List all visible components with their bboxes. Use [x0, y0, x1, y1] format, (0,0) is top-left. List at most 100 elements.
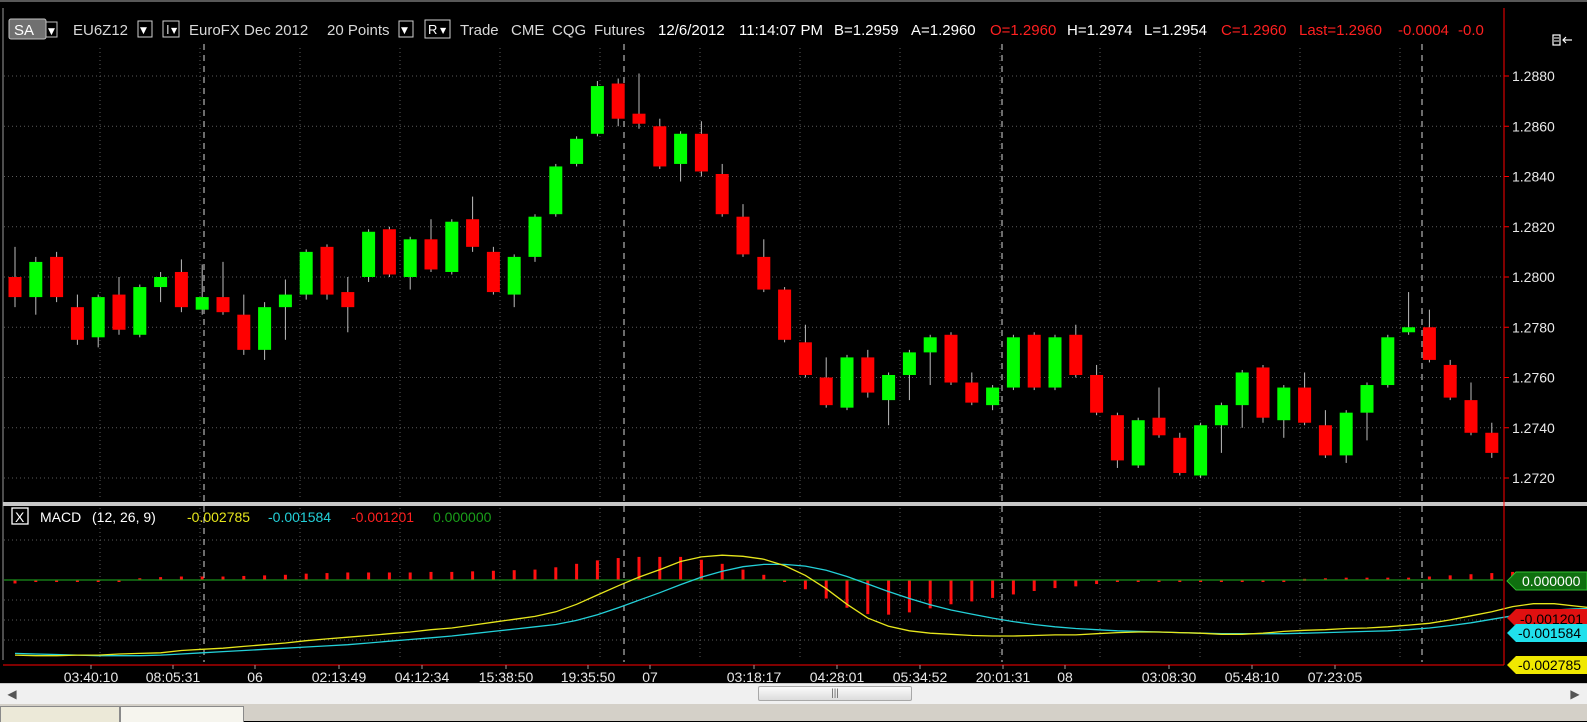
candle [1090, 365, 1103, 415]
scrollbar-thumb[interactable]: ||| [758, 686, 912, 701]
histogram-bar [409, 572, 412, 580]
candle-body [965, 383, 978, 403]
time-tick-label: 19:35:50 [561, 669, 616, 683]
candle [1194, 423, 1207, 478]
bottom-tab-strip [0, 704, 1587, 721]
time-tick-label: 06 [247, 669, 263, 683]
scroll-right-icon[interactable]: ▶ [1567, 686, 1583, 702]
candle [1465, 383, 1478, 436]
histogram-bar [450, 572, 453, 580]
price-tick-label: 1.2880 [1512, 68, 1555, 84]
pane-divider[interactable] [3, 502, 1587, 506]
candle-body [1298, 388, 1311, 423]
chevron-down-icon: ▼ [171, 26, 178, 35]
histogram-bar [575, 564, 578, 580]
candle [1069, 325, 1082, 378]
chevron-down-icon: ▼ [48, 27, 55, 37]
symbol-label[interactable]: EU6Z12 [73, 22, 128, 39]
candle-body [196, 297, 209, 310]
candle [154, 272, 167, 302]
time-tick-label: 15:38:50 [479, 669, 534, 683]
candle [674, 131, 687, 181]
candle-body [1361, 385, 1374, 413]
candle-body [1194, 425, 1207, 475]
signal-flag-label: -0.001584 [1518, 625, 1581, 641]
candle-body [986, 388, 999, 406]
time-tick-label: 08:05:31 [146, 669, 201, 683]
histogram-bar [1470, 574, 1473, 580]
candle [1277, 385, 1290, 438]
candle [1153, 388, 1166, 438]
candle-body [217, 297, 230, 312]
candle-body [1028, 335, 1041, 388]
candle-body [258, 307, 271, 350]
candle [882, 372, 895, 425]
zero-value: 0.000000 [433, 509, 492, 525]
instrument-name: EuroFX Dec 2012 [189, 22, 308, 39]
candle [1257, 365, 1270, 423]
candle [986, 385, 999, 410]
candle [341, 277, 354, 332]
collapse-panel-icon[interactable] [1553, 35, 1572, 45]
feed-label: CQG [552, 22, 586, 39]
histogram-bar [679, 557, 682, 580]
macd-params: (12, 26, 9) [92, 509, 156, 525]
candle-body [113, 295, 126, 330]
horizontal-scrollbar[interactable]: ◀ ||| ▶ [0, 683, 1587, 704]
bid-label: B=1.2959 [834, 22, 899, 39]
candle [591, 81, 604, 136]
signal-value: -0.001584 [268, 509, 331, 525]
ask-label: A=1.2960 [911, 22, 976, 39]
time-tick-label: 05:34:52 [893, 669, 948, 683]
tab-1[interactable] [0, 706, 120, 722]
date-label: 12/6/2012 [658, 22, 725, 39]
candle-body [1132, 420, 1145, 465]
trade-link[interactable]: Trade [460, 22, 499, 39]
candle-body [1090, 375, 1103, 413]
candle [29, 257, 42, 315]
candle-body [9, 277, 22, 297]
histogram-bar [596, 560, 599, 580]
chevron-down-icon: ▼ [140, 26, 147, 36]
histogram-bar [1054, 580, 1057, 588]
candle-body [1444, 365, 1457, 398]
histogram-bar [1449, 575, 1452, 580]
candle-body [425, 239, 438, 269]
candle-body [279, 295, 292, 308]
candle [1028, 332, 1041, 390]
candle-body [487, 252, 500, 292]
histogram-bar [471, 571, 474, 580]
time-tick-label: 03:18:17 [727, 669, 782, 683]
candle-body [321, 247, 334, 295]
candle [196, 264, 209, 314]
candle-body [341, 292, 354, 307]
tab-2[interactable] [120, 706, 244, 722]
price-axis: 1.28801.28601.28401.28201.28001.27801.27… [1504, 68, 1555, 486]
time-axis: 03:40:1008:05:310602:13:4904:12:3415:38:… [64, 665, 1363, 683]
candle-body [529, 217, 542, 257]
histogram-bar [658, 557, 661, 580]
candle-body [466, 219, 479, 247]
candle-body [903, 352, 916, 375]
scroll-left-icon[interactable]: ◀ [4, 686, 20, 702]
candle [903, 350, 916, 400]
time-tick-label: 04:28:01 [810, 669, 865, 683]
macd-line [15, 555, 1587, 656]
candle [549, 164, 562, 217]
i-label: I [166, 22, 170, 37]
macd-name: MACD [40, 509, 81, 525]
zero-flag-label: 0.000000 [1522, 573, 1581, 589]
type-label: Futures [594, 22, 645, 39]
candle-body [237, 315, 250, 350]
candle-body [1340, 413, 1353, 456]
session-separators [204, 44, 1422, 662]
candle-body [1381, 337, 1394, 385]
candle-body [716, 174, 729, 214]
price-grid [4, 48, 1503, 500]
candle [529, 214, 542, 262]
chart-window: 1.28801.28601.28401.28201.28001.27801.27… [0, 0, 1587, 721]
histogram-bar [908, 580, 911, 612]
candle-body [1319, 425, 1332, 455]
histogram-bar [950, 580, 953, 604]
candle-body [1153, 418, 1166, 436]
